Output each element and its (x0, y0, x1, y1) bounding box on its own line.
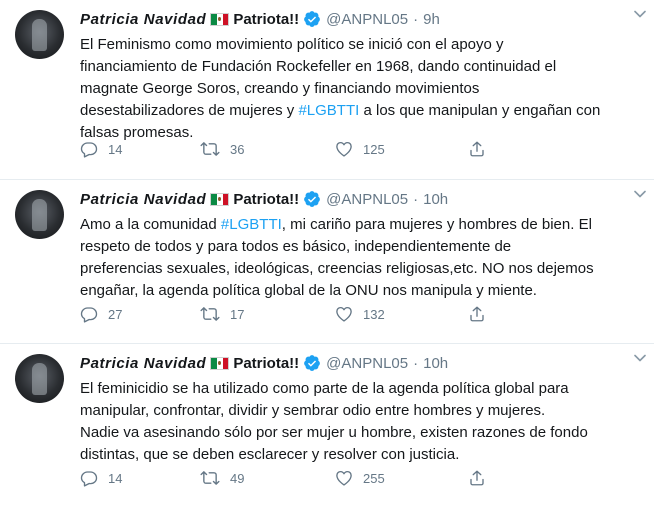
display-name-suffix[interactable]: Patriota!! (233, 191, 299, 208)
share-button[interactable] (468, 469, 498, 487)
separator-dot: · (413, 190, 419, 208)
hashtag-link[interactable]: #LGBTTI (221, 216, 282, 233)
mexico-flag-icon (210, 356, 230, 370)
display-name[interactable]: Patricia Navidad (80, 355, 206, 372)
tweet-text: El feminicidio se ha utilizado como part… (80, 380, 588, 463)
share-button[interactable] (468, 305, 498, 323)
share-icon (470, 141, 484, 157)
display-name[interactable]: Patricia Navidad (80, 191, 206, 208)
tweet[interactable]: Patricia Navidad Patriota!! @ANPNL05 · 1… (0, 344, 654, 511)
handle[interactable]: @ANPNL05 (326, 191, 408, 208)
display-name-suffix[interactable]: Patriota!! (233, 11, 299, 28)
chevron-down-icon[interactable] (632, 6, 648, 27)
tweet-header: Patricia Navidad Patriota!! @ANPNL05 · 9… (80, 8, 642, 30)
retweet-icon (200, 471, 220, 485)
display-name[interactable]: Patricia Navidad (80, 11, 206, 28)
tweet[interactable]: Patricia Navidad Patriota!! @ANPNL05 · 1… (0, 180, 654, 344)
tweet-content: Patricia Navidad Patriota!! @ANPNL05 · 1… (80, 352, 642, 466)
tweet-content: Patricia Navidad Patriota!! @ANPNL05 · 1… (80, 188, 642, 302)
retweet-icon (200, 307, 220, 321)
separator-dot: · (413, 354, 419, 372)
reply-button[interactable]: 14 (80, 140, 200, 158)
retweet-count: 36 (230, 141, 245, 157)
like-icon (336, 141, 352, 157)
like-count: 125 (363, 141, 385, 157)
tweet-text: Amo a la comunidad #LGBTTI, mi cariño pa… (80, 214, 642, 302)
tweet-header: Patricia Navidad Patriota!! @ANPNL05 · 1… (80, 352, 642, 374)
like-button[interactable]: 132 (335, 305, 468, 323)
reply-icon (80, 142, 98, 158)
avatar[interactable] (15, 354, 64, 403)
like-icon (336, 306, 352, 322)
tweet-actions: 14 36 125 (80, 140, 498, 158)
separator-dot: · (413, 10, 419, 28)
retweet-button[interactable]: 36 (200, 140, 335, 158)
reply-button[interactable]: 14 (80, 469, 200, 487)
display-name-suffix[interactable]: Patriota!! (233, 355, 299, 372)
verified-badge-icon (303, 354, 321, 372)
share-icon (470, 306, 484, 322)
like-button[interactable]: 125 (335, 140, 468, 158)
tweet-text: El Feminismo como movimiento político se… (80, 34, 642, 144)
avatar[interactable] (15, 190, 64, 239)
hashtag-link[interactable]: #LGBTTI (298, 102, 359, 119)
handle[interactable]: @ANPNL05 (326, 355, 408, 372)
chevron-down-icon[interactable] (632, 350, 648, 371)
tweet-text-part: Amo a la comunidad (80, 216, 221, 233)
tweet-actions: 14 49 255 (80, 469, 498, 487)
retweet-count: 49 (230, 470, 245, 486)
verified-badge-icon (303, 10, 321, 28)
tweet-header: Patricia Navidad Patriota!! @ANPNL05 · 1… (80, 188, 642, 210)
chevron-down-icon[interactable] (632, 186, 648, 207)
timestamp[interactable]: 9h (423, 11, 440, 28)
share-icon (470, 470, 484, 486)
mexico-flag-icon (210, 12, 230, 26)
share-button[interactable] (468, 140, 498, 158)
reply-count: 14 (108, 470, 123, 486)
reply-count: 27 (108, 306, 123, 322)
reply-button[interactable]: 27 (80, 305, 200, 323)
tweet[interactable]: Patricia Navidad Patriota!! @ANPNL05 · 9… (0, 0, 654, 180)
reply-icon (80, 471, 98, 487)
like-count: 132 (363, 306, 385, 322)
like-icon (336, 470, 352, 486)
handle[interactable]: @ANPNL05 (326, 11, 408, 28)
like-count: 255 (363, 470, 385, 486)
verified-badge-icon (303, 190, 321, 208)
retweet-button[interactable]: 17 (200, 305, 335, 323)
mexico-flag-icon (210, 192, 230, 206)
timestamp[interactable]: 10h (423, 191, 448, 208)
tweet-content: Patricia Navidad Patriota!! @ANPNL05 · 9… (80, 8, 642, 144)
reply-icon (80, 307, 98, 323)
reply-count: 14 (108, 141, 123, 157)
like-button[interactable]: 255 (335, 469, 468, 487)
tweet-actions: 27 17 132 (80, 305, 498, 323)
retweet-button[interactable]: 49 (200, 469, 335, 487)
retweet-icon (200, 142, 220, 156)
retweet-count: 17 (230, 306, 245, 322)
timestamp[interactable]: 10h (423, 355, 448, 372)
avatar[interactable] (15, 10, 64, 59)
